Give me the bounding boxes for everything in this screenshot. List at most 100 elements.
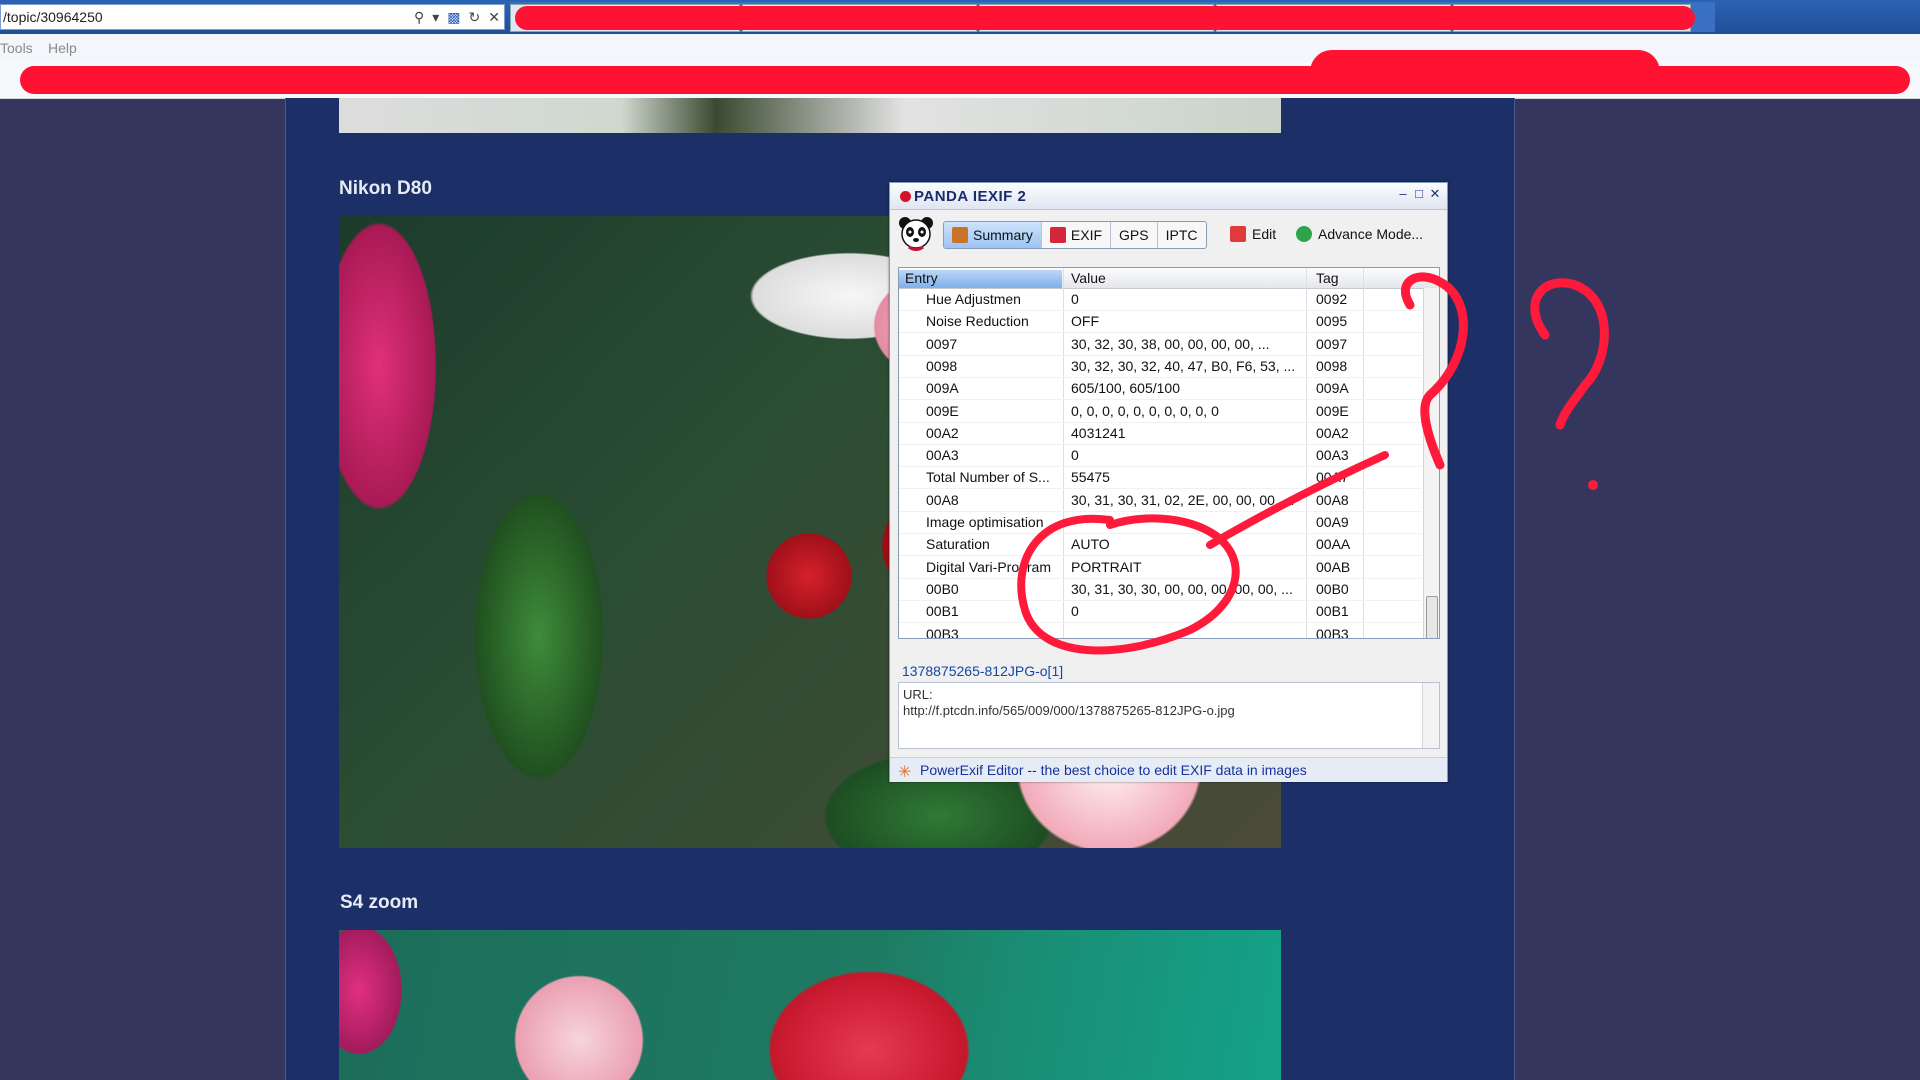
cell-entry: Total Number of S... <box>926 469 1050 486</box>
compat-icon[interactable]: ▩ <box>447 5 460 29</box>
table-scrollbar[interactable]: ▲ ▼ <box>1423 272 1439 639</box>
scroll-up-icon[interactable]: ▲ <box>1427 272 1436 282</box>
table-row[interactable]: Saturation AUTO 00AA <box>899 533 1422 557</box>
cell-entry: 0098 <box>926 357 958 374</box>
cell-entry: 0097 <box>926 335 958 352</box>
tab-exif[interactable]: EXIF <box>1042 222 1112 248</box>
cell-tag: 009E <box>1316 402 1349 419</box>
cell-entry: 00B3 <box>926 625 959 639</box>
table-header: Entry Value Tag <box>899 268 1439 289</box>
cell-value: AUTO <box>1071 536 1110 553</box>
cell-value: 0, 0, 0, 0, 0, 0, 0, 0, 0, 0 <box>1071 402 1219 419</box>
dropdown-icon[interactable]: ▾ <box>432 5 439 29</box>
window-titlebar[interactable]: PANDA IEXIF 2 – □ ✕ <box>890 183 1447 210</box>
cell-value: 4031241 <box>1071 424 1126 441</box>
advance-label: Advance Mode... <box>1318 226 1424 242</box>
cell-value: 30, 32, 30, 38, 00, 00, 00, 00, ... <box>1071 335 1270 352</box>
cell-entry: Hue Adjustmen <box>926 291 1021 307</box>
column-entry[interactable]: Entry <box>899 270 1062 288</box>
tab-summary[interactable]: Summary <box>944 222 1042 248</box>
footer-link[interactable]: ✳ PowerExif Editor -- the best choice to… <box>890 757 1447 782</box>
url-scrollbar[interactable] <box>1422 683 1439 748</box>
cell-entry: Image optimisation <box>926 514 1044 530</box>
footer-text: PowerExif Editor -- the best choice to e… <box>920 762 1307 778</box>
edit-label: Edit <box>1252 226 1277 242</box>
maximize-icon[interactable]: □ <box>1413 186 1425 202</box>
scroll-down-icon[interactable]: ▼ <box>1427 638 1436 639</box>
tab-gps-label: GPS <box>1119 227 1149 243</box>
tab-iptc[interactable]: IPTC <box>1158 222 1206 248</box>
cell-tag: 00A9 <box>1316 514 1349 530</box>
table-row[interactable]: 00B0 30, 31, 30, 30, 00, 00, 00, 00, 00, … <box>899 578 1422 601</box>
table-row[interactable]: Noise Reduction OFF 0095 <box>899 310 1422 334</box>
exif-toolbar: Summary EXIF GPS IPTC Edit Advance Mode.… <box>890 210 1447 254</box>
cell-value: 0 <box>1071 603 1079 620</box>
url-pane: URL: http://f.ptcdn.info/565/009/000/137… <box>898 682 1440 749</box>
cell-entry: 00A3 <box>926 447 959 464</box>
minimize-icon[interactable]: – <box>1397 186 1409 202</box>
cell-tag: 0095 <box>1316 313 1348 330</box>
flower-photo-s4[interactable] <box>339 930 1281 1080</box>
table-row[interactable]: 00A2 4031241 00A2 <box>899 422 1422 445</box>
cell-tag: 00AA <box>1316 536 1351 553</box>
cell-entry: 00B1 <box>926 603 959 620</box>
table-row[interactable]: Total Number of S... 55475 00A7 <box>899 466 1422 490</box>
table-row[interactable]: 0097 30, 32, 30, 38, 00, 00, 00, 00, ... 0… <box>899 333 1422 356</box>
cell-tag: 0098 <box>1316 357 1348 374</box>
cell-value: 55475 <box>1071 469 1110 486</box>
tab-exif-label: EXIF <box>1070 227 1103 243</box>
scroll-thumb[interactable] <box>1426 596 1438 638</box>
table-row[interactable]: 009A 605/100, 605/100 009A <box>899 377 1422 401</box>
table-row[interactable]: 0098 30, 32, 30, 32, 40, 47, B0, F6, 53, … <box>899 355 1422 378</box>
browser-address-bar: /topic/30964250 ⚲ ▾ ▩ ↻ ✕ <box>0 0 1920 34</box>
cell-value: 30, 31, 30, 30, 00, 00, 00, 00, 00, ... <box>1071 580 1293 597</box>
menu-tools[interactable]: Tools <box>0 40 33 56</box>
star-icon: ✳ <box>898 764 912 781</box>
table-row[interactable]: 009E 0, 0, 0, 0, 0, 0, 0, 0, 0, 0 009E <box>899 400 1422 423</box>
table-row[interactable]: Hue Adjustmen 0 0092 <box>899 288 1422 311</box>
edit-icon <box>1230 226 1246 242</box>
table-row[interactable]: 00B3 00B3 <box>899 623 1422 639</box>
stop-icon[interactable]: ✕ <box>488 5 500 29</box>
question-dot <box>1588 480 1598 490</box>
table-row[interactable]: 00A8 30, 31, 30, 31, 02, 2E, 00, 00, 00, … <box>899 489 1422 512</box>
url-value[interactable]: http://f.ptcdn.info/565/009/000/13788752… <box>903 703 1235 718</box>
edit-button[interactable]: Edit <box>1230 221 1276 247</box>
advance-mode-button[interactable]: Advance Mode... <box>1296 221 1423 247</box>
url-input[interactable]: /topic/30964250 ⚲ ▾ ▩ ↻ ✕ <box>0 4 505 30</box>
refresh-icon[interactable]: ↻ <box>469 5 481 29</box>
heading-nikon-d80: Nikon D80 <box>339 178 432 199</box>
url-tools: ⚲ ▾ ▩ ↻ ✕ <box>414 5 500 29</box>
cell-tag: 00B3 <box>1316 625 1349 639</box>
cell-tag: 009A <box>1316 380 1349 397</box>
question-mark-2 <box>1530 278 1609 430</box>
cell-entry: Saturation <box>926 536 990 553</box>
cell-value: 0 <box>1071 447 1079 464</box>
cell-entry: 009E <box>926 402 959 419</box>
table-row[interactable]: Digital Vari-Program PORTRAIT 00AB <box>899 556 1422 579</box>
table-row[interactable]: 00A3 0 00A3 <box>899 444 1422 468</box>
cell-tag: 00A3 <box>1316 447 1349 464</box>
app-icon <box>900 191 911 202</box>
file-name: 1378875265-812JPG-o[1] <box>902 663 1064 679</box>
exif-icon <box>1049 227 1066 243</box>
cell-tag: 00A8 <box>1316 491 1349 508</box>
table-row[interactable]: Image optimisation 00A9 <box>899 511 1422 534</box>
column-tag[interactable]: Tag <box>1316 270 1339 286</box>
cell-tag: 00B0 <box>1316 580 1349 597</box>
table-row[interactable]: 00B1 0 00B1 <box>899 600 1422 624</box>
cell-tag: 00A7 <box>1316 469 1349 486</box>
close-icon[interactable]: ✕ <box>1429 186 1441 202</box>
cell-tag: 00A2 <box>1316 424 1349 441</box>
arrow-right-icon <box>1296 226 1312 242</box>
cell-tag: 0092 <box>1316 291 1348 307</box>
tab-gps[interactable]: GPS <box>1111 222 1158 248</box>
redaction-scribble <box>515 6 1695 30</box>
exif-table: Entry Value Tag Hue Adjustmen 0 0092 Noise … <box>898 267 1440 639</box>
cell-tag: 0097 <box>1316 335 1348 352</box>
menu-help[interactable]: Help <box>48 40 77 56</box>
search-icon[interactable]: ⚲ <box>414 5 424 29</box>
cell-tag: 00B1 <box>1316 603 1349 620</box>
cell-entry: Digital Vari-Program <box>926 558 1051 575</box>
column-value[interactable]: Value <box>1071 270 1106 286</box>
